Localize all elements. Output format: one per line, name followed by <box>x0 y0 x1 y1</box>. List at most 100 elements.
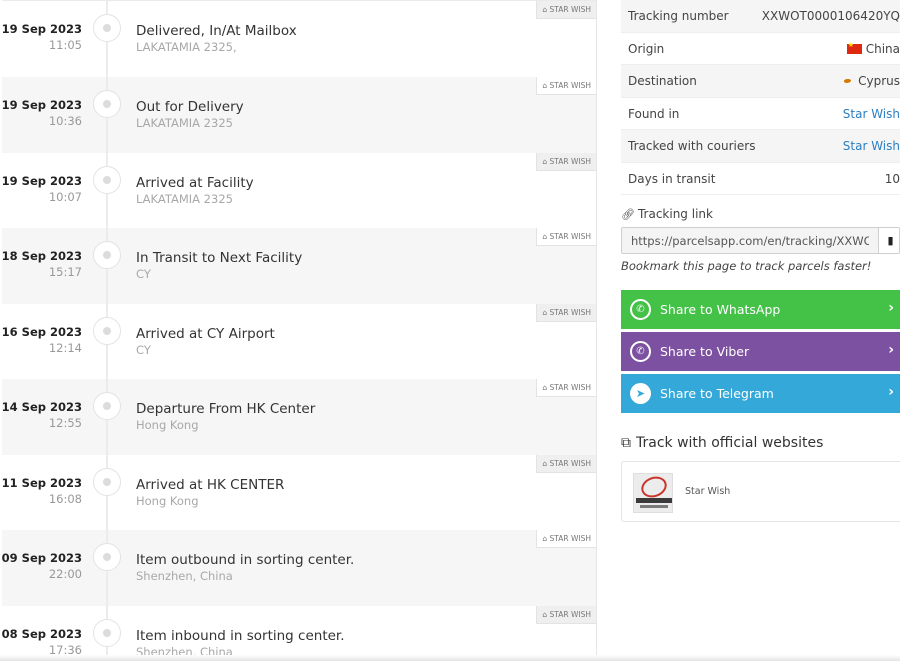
copy-clipboard-icon[interactable]: ▮ <box>878 228 899 253</box>
courier-badge-label: STAR WISH <box>549 81 591 90</box>
origin-country: China <box>865 41 900 56</box>
detail-row-tracking-number: Tracking number XXWOT0000106420YQ <box>621 0 900 33</box>
event-location: CY <box>136 267 151 281</box>
event-status: Delivered, In/At Mailbox <box>136 23 297 39</box>
telegram-icon: ➤ <box>630 383 651 404</box>
detail-row-destination: Destination Cyprus <box>621 65 900 98</box>
logo-text-bar <box>636 498 672 503</box>
timeline-dot-icon <box>93 467 121 496</box>
detail-label: Tracked with couriers <box>628 139 756 153</box>
event-time: 10:36 <box>48 114 82 128</box>
courier-badge: ⌂ STAR WISH <box>536 530 596 548</box>
event-date: 19 Sep 2023 <box>2 173 82 188</box>
event-location: Hong Kong <box>136 493 199 508</box>
event-time: 16:08 <box>48 491 82 506</box>
found-in-link[interactable]: Star Wish <box>843 107 900 121</box>
share-viber-label: Share to Viber <box>660 344 750 359</box>
logo-subtext-bar <box>640 505 668 508</box>
timeline-event: 09 Sep 2023 22:00 Item outbound in sorti… <box>2 530 596 606</box>
event-status: Arrived at Facility <box>136 174 254 191</box>
courier-badge-label: STAR WISH <box>549 534 591 543</box>
timeline-event: 16 Sep 2023 12:14 Arrived at CY Airport … <box>2 303 596 379</box>
event-location: Hong Kong <box>136 418 199 432</box>
official-websites-title: Track with official websites <box>636 435 824 451</box>
event-date: 18 Sep 2023 <box>2 249 82 263</box>
tracking-timeline: 19 Sep 2023 11:05 Delivered, In/At Mailb… <box>2 0 597 661</box>
detail-row-origin: Origin China <box>621 33 900 65</box>
timeline-event: 19 Sep 2023 10:36 Out for Delivery LAKAT… <box>2 77 596 153</box>
timeline-dot-icon <box>93 90 121 118</box>
chevron-right-icon: › <box>888 384 894 400</box>
event-status: Out for Delivery <box>136 99 244 115</box>
timeline-event: 08 Sep 2023 17:36 Item inbound in sortin… <box>2 605 596 661</box>
link-icon: 🔗︎ <box>621 208 635 221</box>
tracking-number-value: XXWOT0000106420YQ <box>761 9 900 23</box>
event-status: Arrived at HK CENTER <box>136 476 285 493</box>
event-time: 22:00 <box>48 567 82 581</box>
cyprus-flag-icon <box>843 77 853 85</box>
event-location: LAKATAMIA 2325 <box>136 116 233 130</box>
official-websites-heading: ⧉ Track with official websites <box>621 435 823 451</box>
share-whatsapp-button[interactable]: ✆ Share to WhatsApp › <box>621 290 900 329</box>
timeline-dot-icon <box>93 392 121 420</box>
courier-badge-label: STAR WISH <box>549 609 591 619</box>
timeline-dot-icon <box>93 14 121 42</box>
courier-badge-label: STAR WISH <box>549 232 591 241</box>
timeline-dot-icon <box>93 316 121 345</box>
detail-row-tracked-with: Tracked with couriers Star Wish <box>621 130 900 163</box>
share-whatsapp-label: Share to WhatsApp <box>660 302 781 317</box>
china-flag-icon <box>846 41 862 54</box>
bottom-shadow <box>0 655 900 661</box>
event-date: 19 Sep 2023 <box>2 22 82 36</box>
courier-badge-label: STAR WISH <box>549 383 591 392</box>
timeline-event: 19 Sep 2023 11:05 Delivered, In/At Mailb… <box>2 0 596 77</box>
chevron-right-icon: › <box>888 300 894 316</box>
timeline-dot-icon <box>93 543 121 571</box>
event-status: Departure From HK Center <box>136 401 316 417</box>
event-time: 11:05 <box>48 38 82 52</box>
tracked-with-link[interactable]: Star Wish <box>843 139 900 153</box>
timeline-dot-icon <box>93 241 121 269</box>
timeline-event: 19 Sep 2023 10:07 Arrived at Facility LA… <box>2 152 596 228</box>
share-telegram-label: Share to Telegram <box>660 386 774 401</box>
detail-label: Tracking number <box>628 9 729 23</box>
event-time: 10:07 <box>48 189 82 204</box>
event-location: Shenzhen, China <box>136 569 233 583</box>
event-date: 08 Sep 2023 <box>2 626 82 641</box>
event-status: In Transit to Next Facility <box>136 250 303 266</box>
logo-swoosh <box>638 473 670 501</box>
event-date: 14 Sep 2023 <box>2 400 82 414</box>
detail-label: Days in transit <box>628 171 716 186</box>
event-time: 12:14 <box>48 340 82 355</box>
courier-badge: ⌂ STAR WISH <box>536 379 596 397</box>
bookmark-hint: Bookmark this page to track parcels fast… <box>621 259 872 273</box>
share-viber-button[interactable]: ✆ Share to Viber › <box>621 332 900 371</box>
tracking-link-box: ▮ <box>621 227 900 254</box>
official-courier-card[interactable]: Star Wish <box>621 461 900 522</box>
chevron-right-icon: › <box>888 342 894 358</box>
tracking-link-input[interactable] <box>622 228 878 253</box>
courier-badge-label: STAR WISH <box>549 458 591 468</box>
parcel-details-table: Tracking number XXWOT0000106420YQ Origin… <box>621 0 900 195</box>
event-location: CY <box>136 342 151 357</box>
share-telegram-button[interactable]: ➤ Share to Telegram › <box>621 374 900 413</box>
courier-badge: ⌂ STAR WISH <box>536 454 596 473</box>
timeline-event: 11 Sep 2023 16:08 Arrived at HK CENTER H… <box>2 454 596 530</box>
courier-badge-label: STAR WISH <box>549 5 591 14</box>
courier-badge: ⌂ STAR WISH <box>536 152 596 171</box>
event-time: 15:17 <box>48 265 82 279</box>
event-status: Item inbound in sorting center. <box>136 627 345 644</box>
event-date: 16 Sep 2023 <box>2 324 82 339</box>
courier-badge: ⌂ STAR WISH <box>536 1 596 19</box>
timeline-dot-icon <box>93 165 121 194</box>
event-date: 11 Sep 2023 <box>2 475 82 490</box>
courier-badge: ⌂ STAR WISH <box>536 605 596 624</box>
destination-value: Cyprus <box>843 74 900 88</box>
event-location: LAKATAMIA 2325, <box>136 40 237 54</box>
timeline-dot-icon <box>93 618 121 647</box>
event-date: 19 Sep 2023 <box>2 98 82 112</box>
days-in-transit-value: 10 <box>884 171 900 186</box>
tracking-link-label: 🔗︎ Tracking link <box>621 207 713 221</box>
star-wish-logo <box>633 473 673 513</box>
event-status: Arrived at CY Airport <box>136 325 275 342</box>
